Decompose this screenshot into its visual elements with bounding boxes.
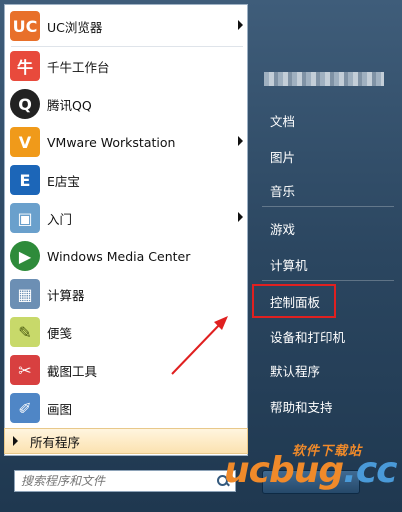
pointer-arrow-icon xyxy=(171,316,228,375)
watermark-logo-text: ucbug xyxy=(224,450,344,491)
watermark-logo: ucbug.cc xyxy=(224,450,398,491)
start-menu: UC UC浏览器 牛 千牛工作台 Q 腾讯QQ V VMware Worksta… xyxy=(0,0,402,512)
watermark-suffix: .cc xyxy=(343,450,397,491)
